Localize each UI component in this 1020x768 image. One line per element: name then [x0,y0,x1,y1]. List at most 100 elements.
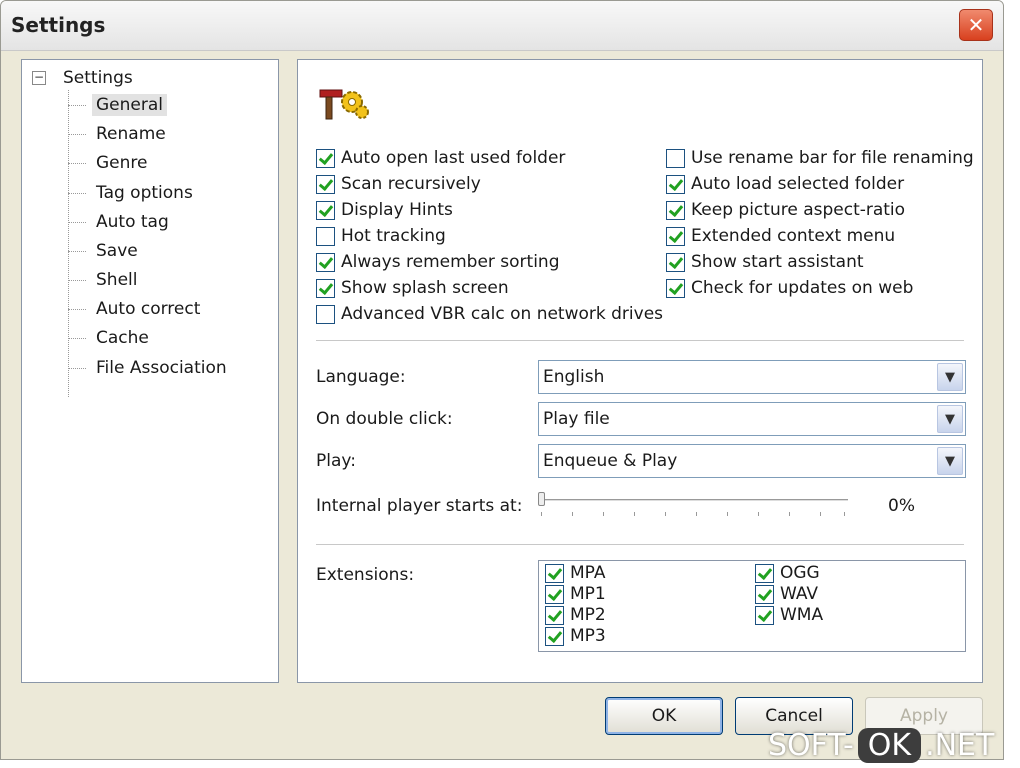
checkbox[interactable] [316,174,335,194]
option-hot-tracking[interactable]: Hot tracking [316,224,446,248]
player-start-label: Internal player starts at: [316,496,523,516]
option-always-remember-sorting[interactable]: Always remember sorting [316,250,560,274]
checkbox[interactable] [666,174,685,194]
tree-item-tag-options[interactable]: Tag options [68,180,197,206]
tree-item-label: Save [96,241,138,261]
double-click-select[interactable]: Play file ▼ [538,402,966,436]
tree-item-label: General [92,94,167,116]
window-title: Settings [11,13,106,37]
settings-tree[interactable]: − Settings General Rename Genre Tag opti… [21,59,279,683]
extensions-label: Extensions: [316,565,415,585]
checkbox[interactable] [755,563,774,583]
language-value: English [543,367,605,387]
checkbox[interactable] [666,226,685,246]
checkbox[interactable] [545,626,564,646]
tree-item-file-association[interactable]: File Association [68,355,231,381]
option-label: Show splash screen [341,278,509,298]
extension-label: OGG [780,563,820,583]
option-show-splash-screen[interactable]: Show splash screen [316,276,509,300]
option-auto-load-selected-folder[interactable]: Auto load selected folder [666,172,904,196]
tree-item-auto-correct[interactable]: Auto correct [68,296,204,322]
settings-window: Settings ✕ − Settings General Rename Gen… [0,0,1004,760]
option-label: Use rename bar for file renaming [691,148,974,168]
checkbox[interactable] [755,605,774,625]
extension-label: MP1 [570,584,606,604]
slider-track [538,499,848,502]
option-check-updates[interactable]: Check for updates on web [666,276,913,300]
option-label: Advanced VBR calc on network drives [341,304,664,324]
ok-button[interactable]: OK [605,697,723,735]
tree-item-label: Cache [96,328,149,348]
extension-ogg[interactable]: OGG [755,563,820,583]
extension-mp2[interactable]: MP2 [545,605,606,625]
tree-item-label: Auto correct [96,299,201,319]
separator [316,340,964,342]
watermark-prefix: SOFT- [768,727,854,763]
language-select[interactable]: English ▼ [538,360,966,394]
tree-item-label: Shell [96,270,138,290]
double-click-label: On double click: [316,409,453,429]
checkbox[interactable] [316,252,335,272]
checkbox[interactable] [316,226,335,246]
tree-item-genre[interactable]: Genre [68,150,151,176]
option-extended-context-menu[interactable]: Extended context menu [666,224,895,248]
checkbox[interactable] [666,252,685,272]
tree-item-cache[interactable]: Cache [68,325,153,351]
extension-label: WMA [780,605,824,625]
checkbox[interactable] [545,605,564,625]
option-label: Extended context menu [691,226,896,246]
watermark-ok: OK [857,727,922,763]
tree-item-rename[interactable]: Rename [68,121,170,147]
tree-item-label: Tag options [96,183,193,203]
option-advanced-vbr-calc[interactable]: Advanced VBR calc on network drives [316,302,663,326]
extension-mp3[interactable]: MP3 [545,626,606,646]
option-label: Keep picture aspect-ratio [691,200,906,220]
extension-mpa[interactable]: MPA [545,563,605,583]
option-show-start-assistant[interactable]: Show start assistant [666,250,864,274]
chevron-down-icon[interactable]: ▼ [937,447,963,475]
extension-label: MP2 [570,605,606,625]
tree-item-general[interactable]: General [68,92,167,118]
extension-wma[interactable]: WMA [755,605,823,625]
language-label: Language: [316,367,406,387]
checkbox[interactable] [666,278,685,298]
option-scan-recursively[interactable]: Scan recursively [316,172,481,196]
checkbox[interactable] [545,563,564,583]
option-display-hints[interactable]: Display Hints [316,198,453,222]
tree-item-auto-tag[interactable]: Auto tag [68,209,173,235]
watermark-suffix: .NET [925,727,995,763]
close-button[interactable]: ✕ [959,9,993,41]
play-label: Play: [316,451,356,471]
checkbox[interactable] [755,584,774,604]
checkbox[interactable] [545,584,564,604]
extension-label: WAV [780,584,819,604]
extension-wav[interactable]: WAV [755,584,818,604]
option-label: Auto open last used folder [341,148,566,168]
checkbox[interactable] [666,200,685,220]
tree-root[interactable]: − Settings [32,66,133,90]
double-click-value: Play file [543,409,610,429]
extension-label: MPA [570,563,606,583]
extensions-list[interactable]: MPA MP1 MP2 MP3 OGG WAV WMA [538,560,966,652]
slider-thumb[interactable] [538,492,545,506]
chevron-down-icon[interactable]: ▼ [937,405,963,433]
tree-item-save[interactable]: Save [68,238,142,264]
tools-gear-icon [319,89,369,120]
tree-root-label: Settings [63,68,133,88]
tree-item-shell[interactable]: Shell [68,267,141,293]
option-use-rename-bar[interactable]: Use rename bar for file renaming [666,146,974,170]
extension-mp1[interactable]: MP1 [545,584,606,604]
option-label: Hot tracking [341,226,446,246]
play-select[interactable]: Enqueue & Play ▼ [538,444,966,478]
checkbox[interactable] [316,278,335,298]
collapse-icon[interactable]: − [32,71,46,85]
player-start-slider[interactable] [538,492,848,518]
option-auto-open-last-folder[interactable]: Auto open last used folder [316,146,565,170]
chevron-down-icon[interactable]: ▼ [937,363,963,391]
checkbox[interactable] [316,148,335,168]
checkbox[interactable] [316,304,335,324]
general-settings-panel: Auto open last used folder Scan recursiv… [297,59,983,683]
option-keep-aspect-ratio[interactable]: Keep picture aspect-ratio [666,198,905,222]
checkbox[interactable] [666,148,685,168]
checkbox[interactable] [316,200,335,220]
